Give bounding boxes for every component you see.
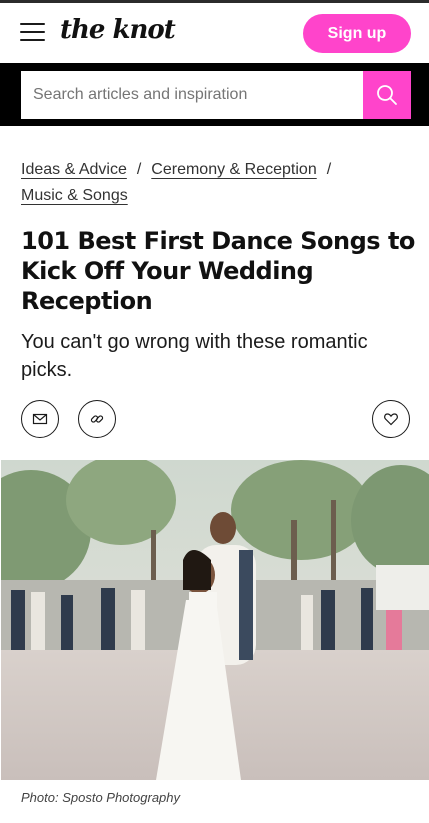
breadcrumb: Ideas & Advice / Ceremony & Reception / Musi… (21, 157, 416, 209)
breadcrumb-music-songs[interactable]: Music & Songs (21, 187, 128, 204)
save-favorite-button[interactable] (372, 400, 410, 438)
article-subtitle: You can't go wrong with these romantic p… (21, 331, 368, 381)
email-icon (32, 413, 48, 425)
hamburger-icon[interactable] (20, 22, 45, 42)
breadcrumb-ideas-advice[interactable]: Ideas & Advice (21, 161, 127, 178)
breadcrumb-separator: / (136, 161, 142, 178)
heart-icon (384, 413, 398, 426)
hero-photo (1, 460, 429, 780)
search-input[interactable] (21, 71, 363, 119)
search-icon (377, 85, 397, 105)
site-logo[interactable]: the knot (60, 15, 176, 45)
breadcrumb-ceremony-reception[interactable]: Ceremony & Reception (151, 161, 316, 178)
email-share-button[interactable] (21, 400, 59, 438)
link-icon (90, 415, 104, 423)
breadcrumb-separator: / (326, 161, 332, 178)
photo-credit: Photo: Sposto Photography (21, 790, 181, 805)
search-button[interactable] (363, 71, 411, 119)
copy-link-button[interactable] (78, 400, 116, 438)
signup-button[interactable]: Sign up (303, 14, 411, 53)
site-header: the knot Sign up (0, 3, 429, 63)
article-title: 101 Best First Dance Songs to Kick Off Y… (21, 227, 415, 315)
search-bar (0, 63, 429, 126)
